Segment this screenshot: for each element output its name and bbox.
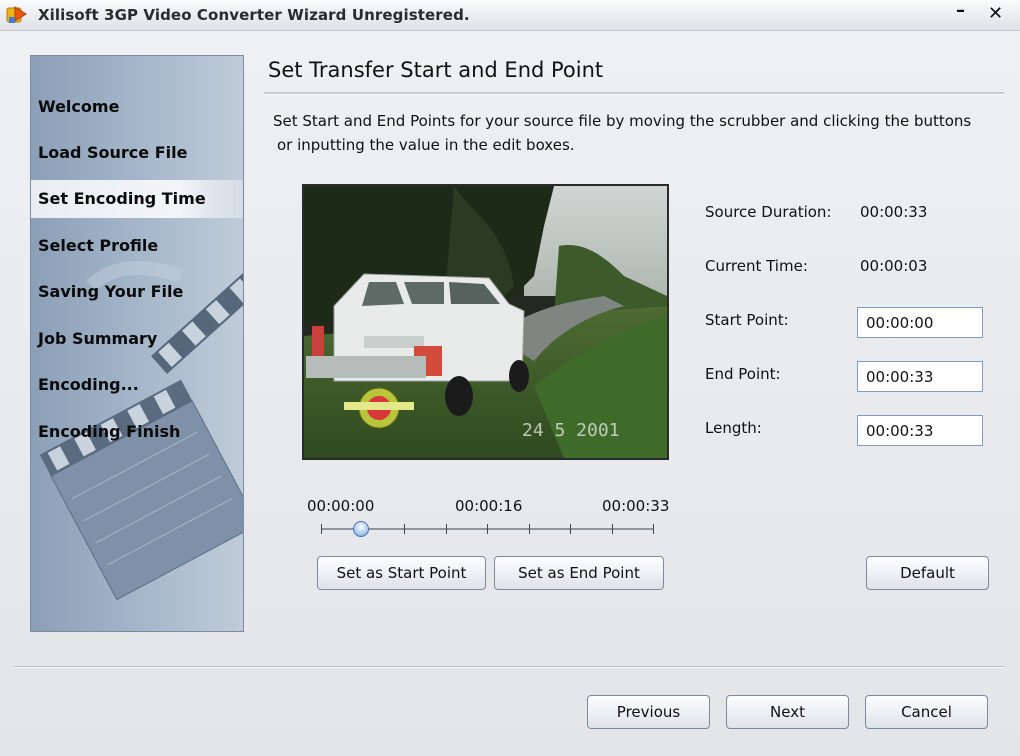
video-preview: 24 5 2001 [302, 184, 669, 460]
current-time-label: Current Time: [705, 257, 808, 275]
window-title: Xilisoft 3GP Video Converter Wizard Unre… [38, 6, 470, 24]
scrubber-start-time: 00:00:00 [307, 497, 375, 515]
end-point-label: End Point: [705, 365, 781, 383]
scrubber-mid-time: 00:00:16 [455, 497, 523, 515]
page-title: Set Transfer Start and End Point [268, 58, 604, 82]
step-encoding-finish: Encoding Finish [38, 422, 181, 441]
footer-divider [14, 666, 1004, 668]
scrubber-tick [529, 524, 530, 534]
step-saving-your-file: Saving Your File [38, 282, 184, 301]
scrubber-tick [321, 524, 322, 534]
instructions-line-2: or inputting the value in the edit boxes… [277, 136, 575, 154]
start-point-field[interactable] [857, 307, 983, 338]
default-button[interactable]: Default [866, 556, 989, 590]
video-timestamp-overlay: 24 5 2001 [522, 420, 620, 441]
video-frame-image: 24 5 2001 [304, 186, 667, 458]
scrubber-tick [446, 524, 447, 534]
start-point-label: Start Point: [705, 311, 789, 329]
scrubber-handle[interactable] [352, 521, 369, 537]
step-set-encoding-time: Set Encoding Time [31, 180, 243, 218]
title-divider [264, 92, 1004, 95]
wizard-steps-sidebar: Welcome Load Source File Set Encoding Ti… [30, 55, 244, 632]
scrubber-tick [570, 524, 571, 534]
scrubber-tick [612, 524, 613, 534]
minimize-icon[interactable]: – [956, 0, 965, 21]
current-time-value: 00:00:03 [860, 257, 928, 275]
length-field[interactable] [857, 415, 983, 446]
scrubber-tick [653, 524, 654, 534]
instructions: Set Start and End Points for your source… [273, 109, 993, 157]
scrubber-tick [487, 524, 488, 534]
length-label: Length: [705, 419, 762, 437]
step-load-source-file: Load Source File [38, 143, 188, 162]
source-duration-value: 00:00:33 [860, 203, 928, 221]
source-duration-label: Source Duration: [705, 203, 832, 221]
step-encoding: Encoding... [38, 375, 139, 394]
step-job-summary: Job Summary [38, 329, 158, 348]
close-icon[interactable]: ✕ [988, 3, 1003, 24]
cancel-button[interactable]: Cancel [865, 695, 988, 729]
set-end-point-button[interactable]: Set as End Point [494, 556, 664, 590]
app-logo-icon [6, 6, 27, 23]
instructions-line-1: Set Start and End Points for your source… [273, 112, 972, 130]
title-bar[interactable]: Xilisoft 3GP Video Converter Wizard Unre… [0, 0, 1020, 31]
scrubber-end-time: 00:00:33 [602, 497, 670, 515]
next-button[interactable]: Next [726, 695, 849, 729]
scrubber-tick [404, 524, 405, 534]
previous-button[interactable]: Previous [587, 695, 710, 729]
step-welcome: Welcome [38, 97, 120, 116]
set-start-point-button[interactable]: Set as Start Point [317, 556, 486, 590]
end-point-field[interactable] [857, 361, 983, 392]
step-select-profile: Select Profile [38, 236, 159, 255]
